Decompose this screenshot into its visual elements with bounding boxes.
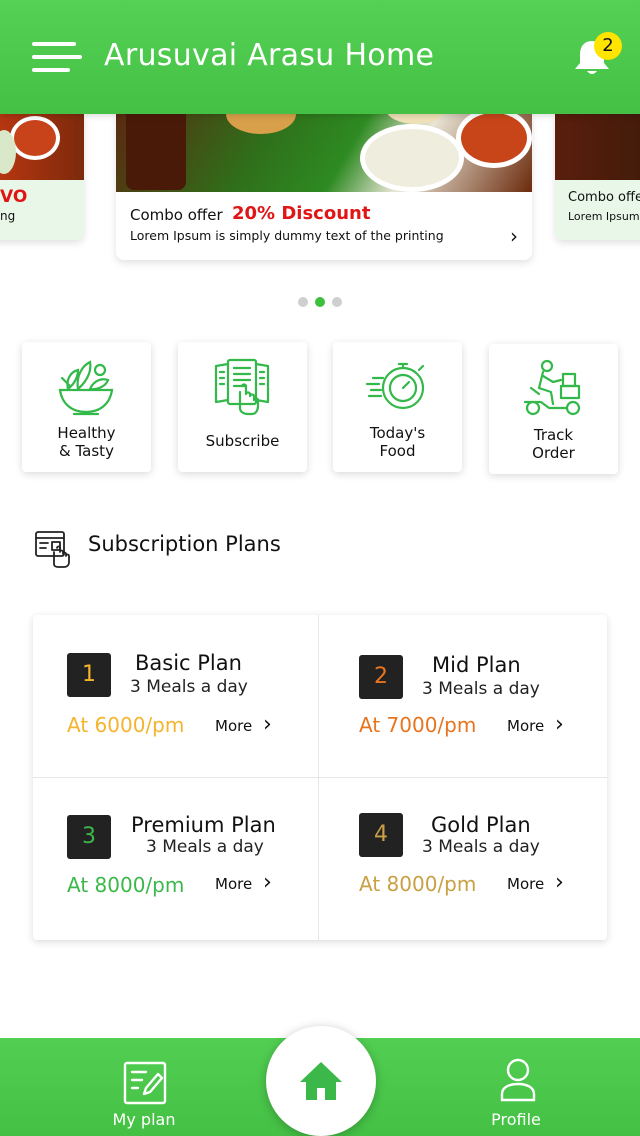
category-label-line2: & Tasty bbox=[59, 442, 114, 460]
price-suffix: /pm bbox=[437, 872, 477, 896]
price-prefix: At bbox=[359, 713, 387, 737]
carousel-slide-previous[interactable]: VO ng bbox=[0, 114, 84, 240]
plan-name: Premium Plan bbox=[131, 813, 276, 837]
category-label-line2: Order bbox=[532, 444, 575, 462]
price-suffix: /pm bbox=[145, 713, 185, 737]
plan-price: At 8000/pm bbox=[359, 872, 476, 896]
section-title: Subscription Plans bbox=[88, 532, 281, 556]
nav-my-plan[interactable]: My plan bbox=[84, 1038, 204, 1136]
plan-price: At 6000/pm bbox=[67, 713, 184, 737]
category-label-line2: Food bbox=[379, 442, 416, 460]
carousel-pagination bbox=[296, 297, 344, 309]
plan-card-basic[interactable]: 1 Basic Plan 3 Meals a day At 6000/pm Mo… bbox=[33, 615, 319, 777]
category-label: Track bbox=[533, 426, 574, 444]
category-label: Today's bbox=[369, 424, 426, 442]
price-value: 7000 bbox=[386, 713, 438, 737]
subscription-plans-grid: 1 Basic Plan 3 Meals a day At 6000/pm Mo… bbox=[33, 615, 607, 940]
nav-label: Profile bbox=[491, 1110, 541, 1129]
food-image bbox=[0, 114, 84, 180]
plan-price: At 8000/pm bbox=[67, 873, 184, 897]
menu-icon[interactable] bbox=[32, 42, 84, 74]
price-value: 8000 bbox=[94, 873, 146, 897]
price-value: 6000 bbox=[94, 713, 146, 737]
delivery-scooter-icon bbox=[523, 359, 581, 416]
discount-label: 20% Discount bbox=[232, 203, 371, 224]
subscription-plans-icon bbox=[35, 531, 70, 568]
price-value: 8000 bbox=[386, 872, 438, 896]
category-label: Healthy bbox=[57, 424, 116, 442]
page-title: Arusuvai Arasu Home bbox=[104, 38, 435, 73]
chevron-right-icon[interactable]: › bbox=[510, 224, 518, 248]
price-prefix: At bbox=[359, 872, 387, 896]
plan-number-badge: 3 bbox=[67, 815, 111, 859]
plan-number-badge: 2 bbox=[359, 655, 403, 699]
plan-name: Gold Plan bbox=[431, 813, 531, 837]
plan-meals: 3 Meals a day bbox=[130, 677, 248, 697]
salad-bowl-icon bbox=[58, 360, 114, 416]
more-link[interactable]: More bbox=[507, 717, 544, 735]
combo-offer-label: Combo offer bbox=[130, 206, 223, 224]
plan-name: Mid Plan bbox=[432, 653, 521, 677]
more-link[interactable]: More bbox=[507, 875, 544, 893]
price-prefix: At bbox=[67, 873, 95, 897]
chevron-right-icon[interactable]: › bbox=[263, 870, 272, 895]
category-track-order[interactable]: Track Order bbox=[489, 344, 618, 474]
stopwatch-icon bbox=[365, 362, 425, 410]
plan-meals: 3 Meals a day bbox=[146, 837, 264, 857]
nav-label: My plan bbox=[112, 1110, 176, 1129]
chevron-right-icon[interactable]: › bbox=[555, 870, 564, 895]
plan-card-premium[interactable]: 3 Premium Plan 3 Meals a day At 8000/pm … bbox=[33, 777, 319, 939]
chevron-right-icon[interactable]: › bbox=[263, 712, 272, 737]
more-link[interactable]: More bbox=[215, 717, 252, 735]
combo-offer-label: Combo offe bbox=[568, 190, 640, 205]
app-header: Arusuvai Arasu Home 2 bbox=[0, 0, 640, 114]
plan-meals: 3 Meals a day bbox=[422, 679, 540, 699]
plan-price: At 7000/pm bbox=[359, 713, 476, 737]
notification-badge: 2 bbox=[594, 32, 622, 60]
subscribe-menu-icon bbox=[214, 358, 270, 416]
food-image bbox=[555, 114, 640, 180]
offer-description: Lorem Ipsum bbox=[568, 210, 640, 223]
food-image bbox=[116, 114, 532, 192]
chevron-right-icon[interactable]: › bbox=[555, 712, 564, 737]
home-icon bbox=[300, 1062, 342, 1100]
carousel-slide-next[interactable]: Combo offe Lorem Ipsum bbox=[555, 114, 640, 240]
plan-meals: 3 Meals a day bbox=[422, 837, 540, 857]
price-suffix: /pm bbox=[437, 713, 477, 737]
plan-name: Basic Plan bbox=[135, 651, 242, 675]
nav-profile[interactable]: Profile bbox=[456, 1038, 576, 1136]
pagination-dot-active[interactable] bbox=[315, 297, 325, 307]
plan-number-badge: 4 bbox=[359, 813, 403, 857]
plan-card-gold[interactable]: 4 Gold Plan 3 Meals a day At 8000/pm Mor… bbox=[319, 777, 605, 939]
plan-edit-icon bbox=[123, 1061, 167, 1105]
category-todays-food[interactable]: Today's Food bbox=[333, 342, 462, 472]
price-prefix: At bbox=[67, 713, 95, 737]
category-healthy-tasty[interactable]: Healthy & Tasty bbox=[22, 342, 151, 472]
category-label: Subscribe bbox=[205, 432, 280, 450]
slide-partial-subtext: ng bbox=[0, 209, 16, 223]
slide-partial-text: VO bbox=[0, 187, 28, 207]
user-icon bbox=[500, 1058, 536, 1102]
offer-description: Lorem Ipsum is simply dummy text of the … bbox=[130, 228, 444, 243]
more-link[interactable]: More bbox=[215, 875, 252, 893]
pagination-dot[interactable] bbox=[298, 297, 308, 307]
price-suffix: /pm bbox=[145, 873, 185, 897]
category-subscribe[interactable]: Subscribe bbox=[178, 342, 307, 472]
plan-card-mid[interactable]: 2 Mid Plan 3 Meals a day At 7000/pm More… bbox=[319, 615, 605, 777]
carousel-slide-current[interactable]: Combo offer 20% Discount Lorem Ipsum is … bbox=[116, 114, 532, 260]
plan-number-badge: 1 bbox=[67, 653, 111, 697]
offer-carousel[interactable]: VO ng Combo offer 20% Discount Lorem Ips… bbox=[0, 114, 640, 274]
pagination-dot[interactable] bbox=[332, 297, 342, 307]
home-button[interactable] bbox=[266, 1026, 376, 1136]
